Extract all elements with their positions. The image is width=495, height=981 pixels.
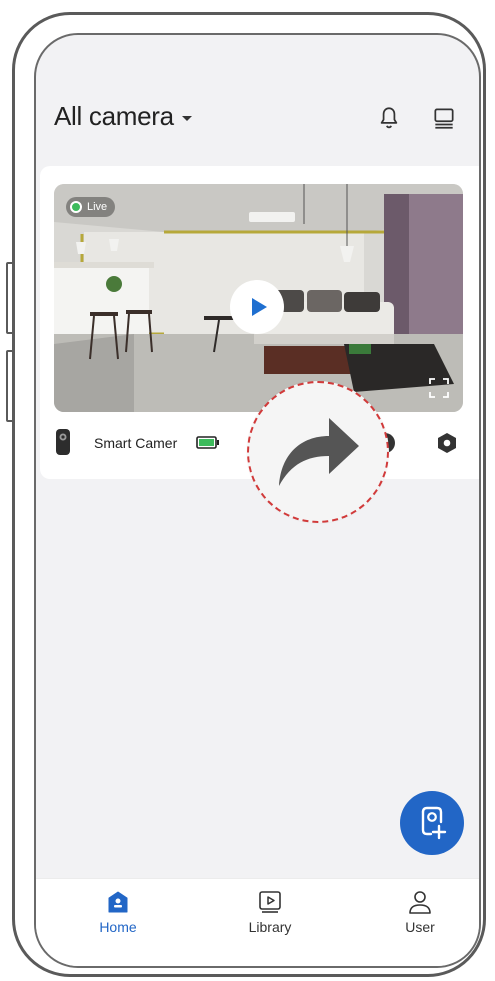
share-icon <box>279 418 359 486</box>
fullscreen-icon[interactable] <box>429 378 449 398</box>
page-title: All camera <box>54 101 174 131</box>
camera-device-icon <box>56 429 70 455</box>
bottom-navigation: Home Library User <box>36 878 479 966</box>
camera-group-selector[interactable]: All camera <box>54 101 192 132</box>
nav-home[interactable]: Home <box>73 889 163 935</box>
home-icon <box>108 891 128 913</box>
nav-library[interactable]: Library <box>225 889 315 935</box>
add-camera-icon <box>421 806 447 840</box>
devices-icon[interactable] <box>431 105 457 131</box>
caret-down-icon <box>181 116 192 121</box>
settings-icon[interactable] <box>436 432 458 454</box>
battery-icon <box>196 436 219 449</box>
nav-library-label: Library <box>248 919 292 935</box>
live-badge: Live <box>66 197 116 217</box>
play-button[interactable] <box>230 280 284 334</box>
device-name: Smart Camer <box>94 435 178 451</box>
person-icon <box>409 891 431 914</box>
app-screen: All camera Live Smart Camer Home Library… <box>34 33 481 968</box>
play-icon <box>252 298 267 316</box>
nav-user[interactable]: User <box>375 889 465 935</box>
camera-preview[interactable]: Live <box>54 184 463 412</box>
live-label: Live <box>87 201 108 213</box>
nav-user-label: User <box>405 919 435 935</box>
header: All camera <box>36 35 479 165</box>
side-button-lower <box>6 350 14 422</box>
nav-home-label: Home <box>99 919 137 935</box>
bell-icon[interactable] <box>376 105 402 131</box>
play-box-icon <box>259 891 281 913</box>
add-camera-button[interactable] <box>400 791 464 855</box>
live-status-icon <box>70 201 82 213</box>
share-callout[interactable] <box>247 381 389 523</box>
side-button-upper <box>6 262 14 334</box>
